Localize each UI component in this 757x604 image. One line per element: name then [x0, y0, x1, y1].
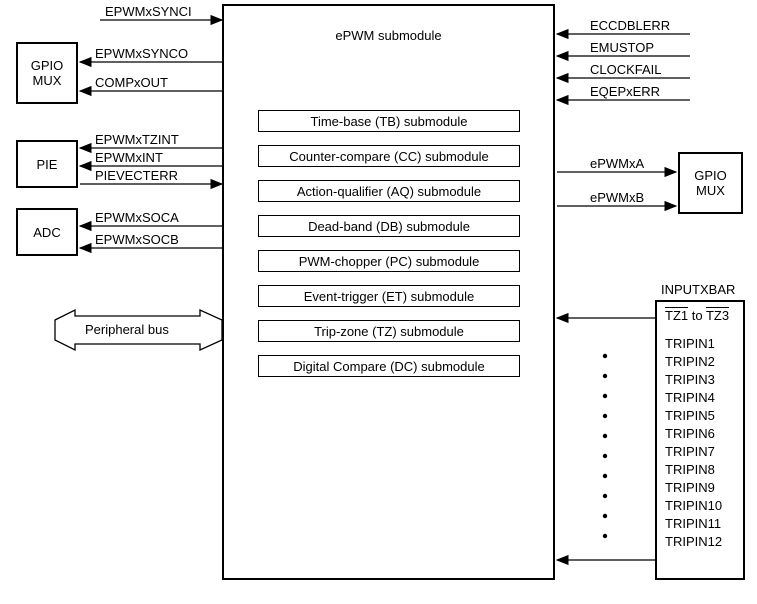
submodule-db: Dead-band (DB) submodule — [258, 215, 520, 237]
submodule-tz: Trip-zone (TZ) submodule — [258, 320, 520, 342]
xbar-item: TRIPIN10 — [665, 497, 735, 515]
peripheral-bus-label: Peripheral bus — [85, 322, 169, 337]
submodule-pc: PWM-chopper (PC) submodule — [258, 250, 520, 272]
xbar-list: TRIPIN1TRIPIN2TRIPIN3TRIPIN4TRIPIN5TRIPI… — [665, 335, 735, 551]
xbar-item: TRIPIN3 — [665, 371, 735, 389]
xbar-item: TRIPIN4 — [665, 389, 735, 407]
sig-epwmxb: ePWMxB — [590, 190, 644, 205]
xbar-item: TRIPIN6 — [665, 425, 735, 443]
gpio-mux-right: GPIO MUX — [678, 152, 743, 214]
xbar-item: TRIPIN2 — [665, 353, 735, 371]
xbar-item: TRIPIN9 — [665, 479, 735, 497]
pie-block: PIE — [16, 140, 78, 188]
xbar-item: TRIPIN5 — [665, 407, 735, 425]
sig-clockfail: CLOCKFAIL — [590, 62, 662, 77]
inputxbar-box: TZ1 to TZ3 TRIPIN1TRIPIN2TRIPIN3TRIPIN4T… — [655, 300, 745, 580]
submodule-cc: Counter-compare (CC) submodule — [258, 145, 520, 167]
submodule-aq: Action-qualifier (AQ) submodule — [258, 180, 520, 202]
sig-epwmxint: EPWMxINT — [95, 150, 163, 165]
sig-eccdblerr: ECCDBLERR — [590, 18, 670, 33]
sig-emustop: EMUSTOP — [590, 40, 654, 55]
sig-compxout: COMPxOUT — [95, 75, 168, 90]
sig-epwmxsynco: EPWMxSYNCO — [95, 46, 188, 61]
sig-epwmxsynci: EPWMxSYNCI — [105, 4, 192, 19]
submodule-et: Event-trigger (ET) submodule — [258, 285, 520, 307]
sig-epwmxsocb: EPWMxSOCB — [95, 232, 179, 247]
sig-epwmxa: ePWMxA — [590, 156, 644, 171]
sig-pievecterr: PIEVECTERR — [95, 168, 178, 183]
xbar-first: TZ1 to TZ3 — [665, 308, 735, 323]
xbar-item: TRIPIN12 — [665, 533, 735, 551]
submodule-dc: Digital Compare (DC) submodule — [258, 355, 520, 377]
adc-block: ADC — [16, 208, 78, 256]
gpio-mux-left: GPIO MUX — [16, 42, 78, 104]
xbar-item: TRIPIN1 — [665, 335, 735, 353]
submodule-tb: Time-base (TB) submodule — [258, 110, 520, 132]
epwm-title: ePWM submodule — [335, 28, 441, 43]
xbar-item: TRIPIN8 — [665, 461, 735, 479]
sig-epwmxsoca: EPWMxSOCA — [95, 210, 179, 225]
xbar-item: TRIPIN7 — [665, 443, 735, 461]
xbar-item: TRIPIN11 — [665, 515, 735, 533]
inputxbar-title: INPUTXBAR — [661, 282, 735, 297]
sig-epwmxtzint: EPWMxTZINT — [95, 132, 179, 147]
sig-eqepxerr: EQEPxERR — [590, 84, 660, 99]
